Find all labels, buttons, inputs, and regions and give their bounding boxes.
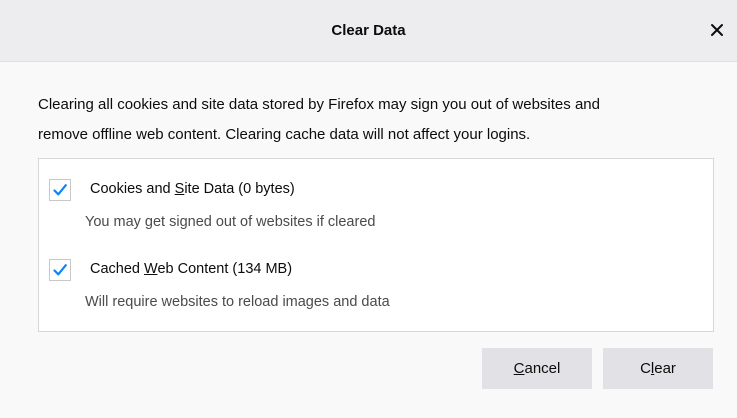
cache-note: Will require websites to reload images a… [85,294,390,310]
description-line-1: Clearing all cookies and site data store… [38,96,600,113]
cookies-checkbox[interactable] [49,179,71,201]
checkmark-icon [53,264,67,276]
cancel-button[interactable]: Cancel [482,348,592,389]
cookies-note: You may get signed out of websites if cl… [85,214,376,230]
dialog-titlebar: Clear Data [0,0,737,62]
cache-label[interactable]: Cached Web Content (134 MB) [90,261,292,277]
cache-checkbox[interactable] [49,259,71,281]
dialog-title: Clear Data [331,22,406,39]
close-button[interactable] [703,16,731,44]
clear-button[interactable]: Cl ear [603,348,713,389]
clear-data-dialog: Clear Data Clearing all cookies and site… [0,0,737,418]
checkmark-icon [53,184,67,196]
cookies-label[interactable]: Cookies and Site Data (0 bytes) [90,181,295,197]
close-icon [711,24,723,36]
description-line-2: remove offline web content. Clearing cac… [38,126,531,143]
options-group: Cookies and Site Data (0 bytes) You may … [38,158,714,332]
dialog-description: Clearing all cookies and site data store… [38,90,708,150]
